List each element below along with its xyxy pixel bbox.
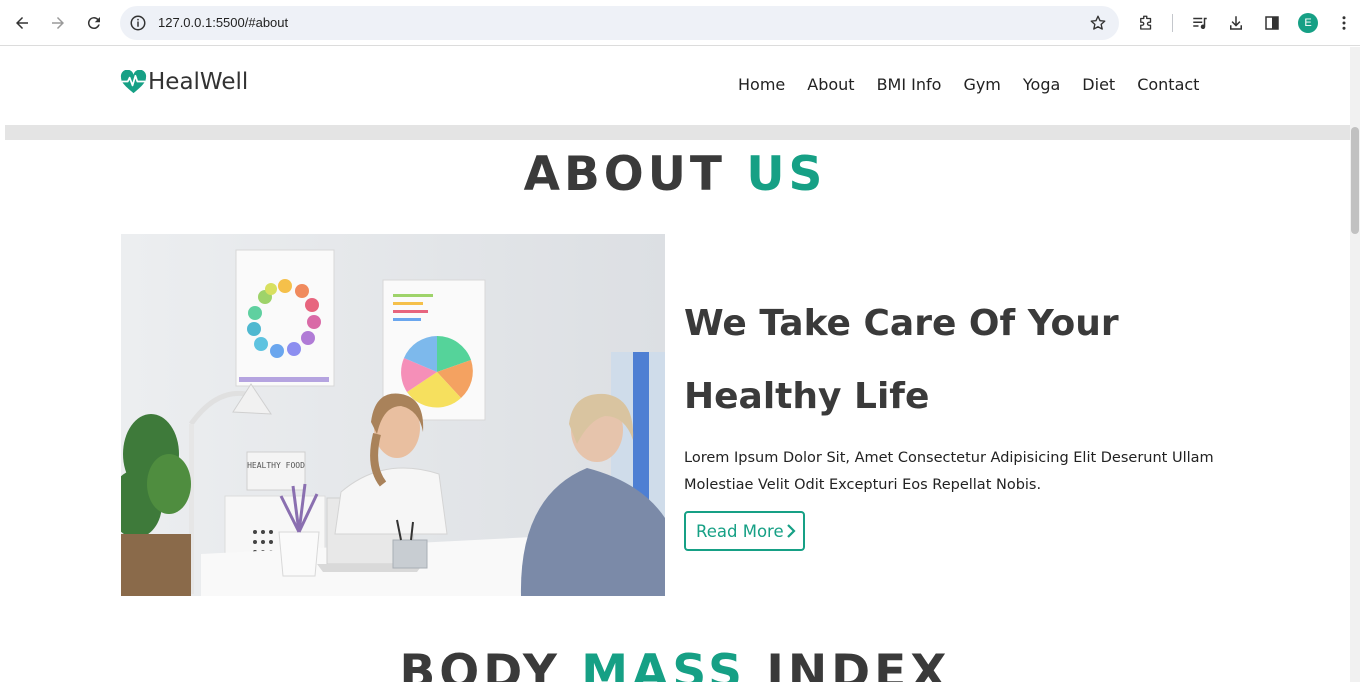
- url-text[interactable]: 127.0.0.1:5500/#about: [158, 15, 288, 30]
- bmi-heading-part1: BODY: [399, 645, 582, 682]
- bmi-heading: BODY MASS INDEX: [0, 645, 1350, 682]
- image-sign-text: HEALTHY FOOD: [247, 461, 305, 470]
- about-title: We Take Care Of Your Healthy Life: [684, 303, 1119, 417]
- side-panel-icon[interactable]: [1262, 13, 1282, 33]
- nav-link-about[interactable]: About: [807, 75, 854, 94]
- reload-icon[interactable]: [82, 11, 106, 35]
- info-icon[interactable]: [129, 14, 147, 32]
- nav-link-bmi-info[interactable]: BMI Info: [877, 75, 942, 94]
- site-header: HealWell Home About BMI Info Gym Yoga Di…: [0, 47, 1350, 125]
- forward-arrow-icon[interactable]: [46, 11, 70, 35]
- logo-text: HealWell: [148, 69, 249, 95]
- nav-link-gym[interactable]: Gym: [963, 75, 1000, 94]
- about-content: We Take Care Of Your Healthy Life Lorem …: [684, 287, 1244, 551]
- menu-dots-icon[interactable]: [1334, 13, 1354, 33]
- site-logo[interactable]: HealWell: [120, 69, 248, 95]
- toolbar-divider: [1172, 14, 1173, 32]
- section-divider: [5, 125, 1350, 140]
- about-heading: ABOUT US: [0, 147, 1350, 202]
- heartbeat-icon: [120, 69, 147, 93]
- about-heading-main: ABOUT: [523, 147, 747, 202]
- star-icon[interactable]: [1089, 14, 1107, 32]
- nav-link-yoga[interactable]: Yoga: [1023, 75, 1060, 94]
- page-viewport: HealWell Home About BMI Info Gym Yoga Di…: [0, 47, 1350, 682]
- scrollbar-thumb[interactable]: [1351, 127, 1359, 234]
- about-heading-accent: US: [746, 147, 827, 202]
- download-icon[interactable]: [1226, 13, 1246, 33]
- nav-link-home[interactable]: Home: [738, 75, 785, 94]
- back-arrow-icon[interactable]: [10, 11, 34, 35]
- chevron-right-icon: [786, 524, 796, 538]
- main-nav: Home About BMI Info Gym Yoga Diet Contac…: [738, 75, 1199, 94]
- bmi-heading-accent: MASS: [581, 645, 746, 682]
- address-bar[interactable]: 127.0.0.1:5500/#about: [120, 6, 1119, 40]
- extensions-icon[interactable]: [1136, 13, 1156, 33]
- about-image: HEALTHY FOOD: [121, 234, 665, 596]
- nav-link-diet[interactable]: Diet: [1082, 75, 1115, 94]
- media-icon[interactable]: [1190, 13, 1210, 33]
- profile-avatar[interactable]: E: [1298, 13, 1318, 33]
- page-scrollbar[interactable]: [1350, 47, 1360, 682]
- browser-toolbar: 127.0.0.1:5500/#about E: [0, 0, 1360, 46]
- bmi-heading-part2: INDEX: [745, 645, 951, 682]
- read-more-label: Read More: [696, 521, 784, 541]
- nav-link-contact[interactable]: Contact: [1137, 75, 1199, 94]
- about-description: Lorem Ipsum Dolor Sit, Amet Consectetur …: [684, 450, 1214, 493]
- read-more-button[interactable]: Read More: [684, 511, 805, 551]
